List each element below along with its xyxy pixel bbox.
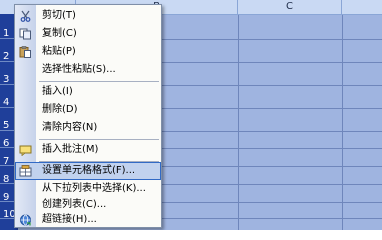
- menu-item-label: 复制(C): [42, 28, 77, 39]
- menu-separator: [39, 81, 159, 82]
- context-menu: 剪切(T) 复制(C) 粘贴(P) 选择性粘贴(S)... 插入(I) 删除(D…: [14, 4, 162, 228]
- menu-item-paste-special[interactable]: 选择性粘贴(S)...: [15, 61, 161, 79]
- menu-item-label: 剪切(T): [42, 10, 76, 21]
- menu-item-cut[interactable]: 剪切(T): [15, 7, 161, 25]
- menu-item-label: 设置单元格格式(F)...: [42, 165, 136, 176]
- screen: B C 1 2 3 4 5 6 7 8 9 10: [0, 0, 382, 230]
- menu-item-label: 删除(D): [42, 104, 78, 115]
- menu-item-delete[interactable]: 删除(D): [15, 101, 161, 119]
- menu-item-label: 清除内容(N): [42, 122, 98, 133]
- menu-item-clear-contents[interactable]: 清除内容(N): [15, 119, 161, 137]
- menu-item-insert-comment[interactable]: 插入批注(M): [15, 141, 161, 159]
- format-cells-icon: [19, 165, 32, 177]
- column-header-d[interactable]: [342, 0, 382, 14]
- menu-item-insert[interactable]: 插入(I): [15, 83, 161, 101]
- menu-item-label: 插入批注(M): [42, 144, 99, 155]
- scissors-icon: [19, 10, 32, 22]
- hyperlink-icon: [19, 214, 32, 226]
- menu-item-hyperlink[interactable]: 超链接(H)...: [15, 211, 161, 229]
- menu-item-label: 粘贴(P): [42, 46, 76, 57]
- menu-item-label: 插入(I): [42, 86, 73, 97]
- comment-icon: [19, 144, 32, 157]
- column-header-c[interactable]: C: [238, 0, 342, 14]
- paste-icon: [19, 46, 32, 58]
- menu-item-copy[interactable]: 复制(C): [15, 25, 161, 43]
- menu-item-paste[interactable]: 粘贴(P): [15, 43, 161, 61]
- menu-item-label: 选择性粘贴(S)...: [42, 64, 116, 75]
- menu-item-label: 超链接(H)...: [42, 214, 97, 225]
- menu-separator: [39, 139, 159, 140]
- menu-item-format-cells[interactable]: 设置单元格格式(F)...: [15, 162, 161, 180]
- copy-icon: [19, 28, 32, 40]
